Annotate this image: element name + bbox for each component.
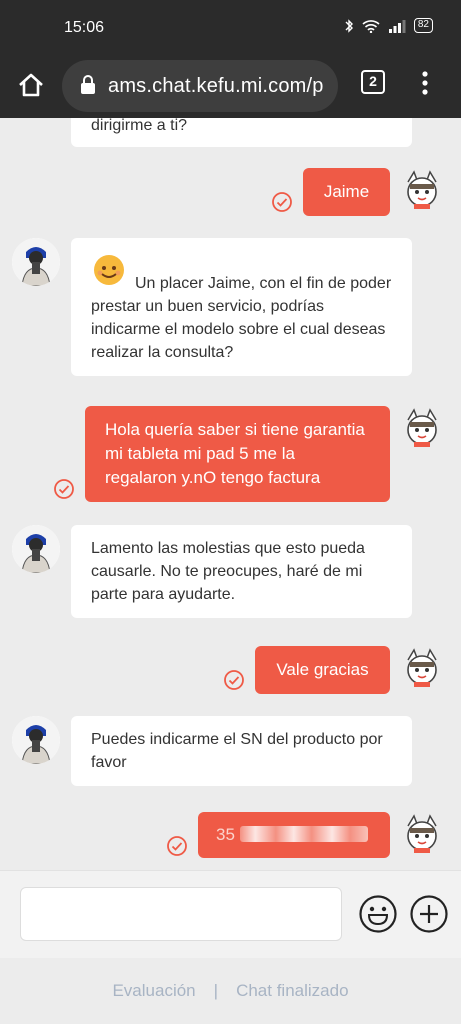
overflow-menu-icon[interactable] xyxy=(420,70,430,96)
message-text: Vale gracias xyxy=(276,660,369,679)
signal-icon xyxy=(388,19,406,33)
status-bar: 15:06 82 xyxy=(0,0,461,56)
add-attachment-icon[interactable] xyxy=(409,894,449,934)
user-message: 35 xyxy=(198,812,390,858)
emoji-icon[interactable] xyxy=(358,894,398,934)
status-time: 15:06 xyxy=(64,19,105,36)
evaluation-link[interactable]: Evaluación xyxy=(112,981,195,1001)
read-receipt-icon xyxy=(272,192,292,212)
agent-portrait-icon xyxy=(12,238,60,286)
composer-bar xyxy=(0,870,461,958)
read-receipt-icon xyxy=(224,670,244,690)
battery-icon: 82 xyxy=(413,18,433,33)
agent-message: Lamento las molestias que esto pueda cau… xyxy=(71,525,412,618)
agent-message: dirigirme a ti? xyxy=(71,118,412,147)
home-icon[interactable] xyxy=(16,70,46,100)
chat-footer: Evaluación | Chat finalizado xyxy=(0,958,461,1024)
agent-message: Un placer Jaime, con el fin de poder pre… xyxy=(71,238,412,376)
agent-avatar xyxy=(12,716,60,764)
address-url: ams.chat.kefu.mi.com/p xyxy=(108,75,324,97)
browser-toolbar: ams.chat.kefu.mi.com/p 2 xyxy=(0,56,461,118)
status-icons: 82 xyxy=(344,18,433,33)
user-message: Hola quería saber si tiene garantia mi t… xyxy=(85,406,390,502)
message-text: Puedes indicarme el SN del producto por … xyxy=(91,731,383,771)
message-text: Un placer Jaime, con el fin de poder pre… xyxy=(91,275,392,361)
tab-switcher-button[interactable]: 2 xyxy=(361,70,385,94)
bot-avatar-icon xyxy=(407,170,437,209)
agent-message: Puedes indicarme el SN del producto por … xyxy=(71,716,412,786)
read-receipt-icon xyxy=(167,836,187,856)
message-text: Lamento las molestias que esto pueda cau… xyxy=(91,540,365,603)
user-message: Jaime xyxy=(303,168,390,216)
bot-avatar-icon xyxy=(407,814,437,853)
bot-avatar-icon xyxy=(407,408,437,447)
bluetooth-icon xyxy=(345,18,353,33)
address-bar[interactable]: ams.chat.kefu.mi.com/p xyxy=(62,60,338,112)
agent-avatar xyxy=(12,238,60,286)
message-text: 35 xyxy=(216,825,235,844)
lock-icon xyxy=(81,75,95,94)
smiling-face-icon xyxy=(94,255,124,285)
agent-portrait-icon xyxy=(12,525,60,573)
wifi-icon xyxy=(362,19,380,33)
user-message: Vale gracias xyxy=(255,646,390,694)
chat-transcript[interactable]: dirigirme a ti? Jaime Un placer Jaime, c… xyxy=(0,118,461,870)
footer-separator: | xyxy=(213,981,219,1000)
agent-avatar xyxy=(12,525,60,573)
message-text: Hola quería saber si tiene garantia mi t… xyxy=(105,420,365,487)
read-receipt-icon xyxy=(54,479,74,499)
redaction-blur xyxy=(240,826,368,842)
bot-avatar-icon xyxy=(407,648,437,687)
message-text: Jaime xyxy=(323,182,370,201)
agent-portrait-icon xyxy=(12,716,60,764)
message-text: dirigirme a ti? xyxy=(91,118,188,134)
message-input[interactable] xyxy=(20,887,342,941)
end-chat-link[interactable]: Chat finalizado xyxy=(236,981,348,1001)
